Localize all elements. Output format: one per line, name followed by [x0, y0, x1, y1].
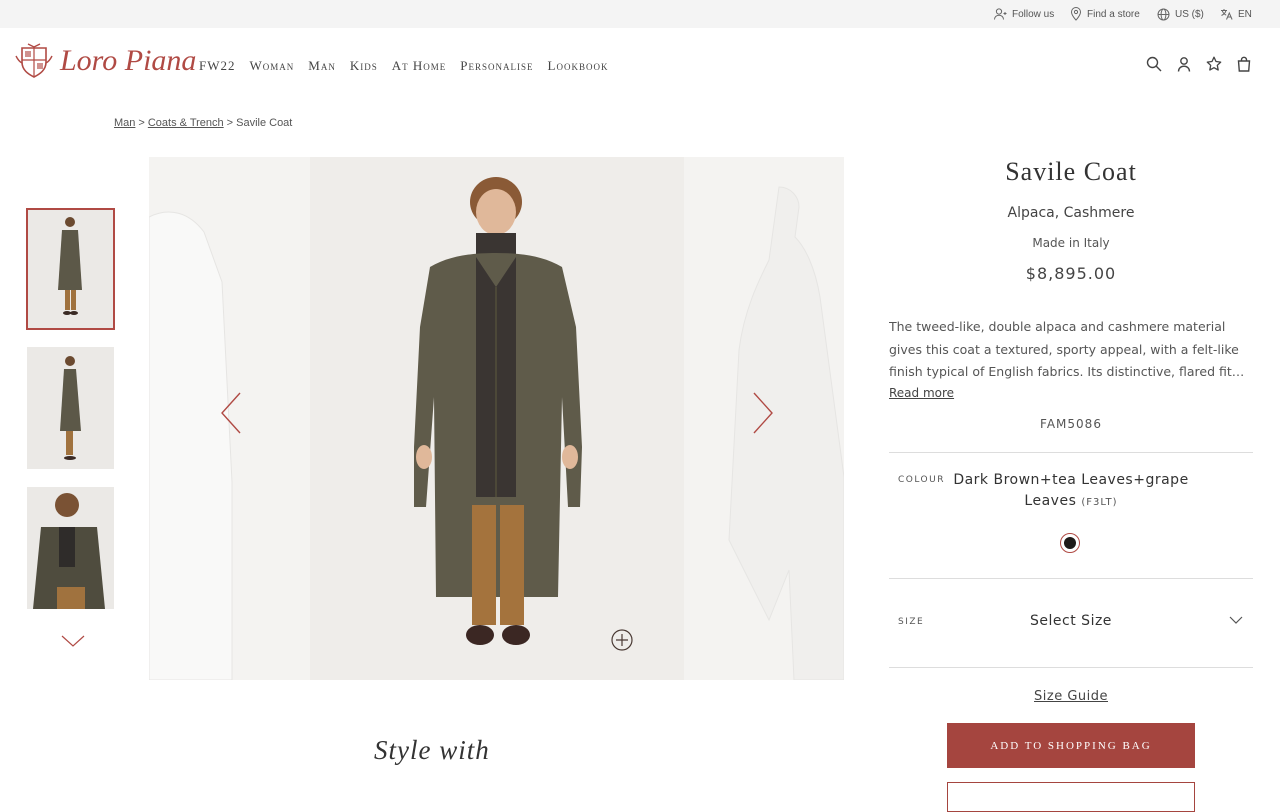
breadcrumb-separator: > [226, 117, 234, 129]
nav-kids[interactable]: Kids [350, 58, 378, 74]
size-guide-link[interactable]: Size Guide [1034, 689, 1108, 704]
chevron-left-icon [221, 392, 241, 434]
secondary-action-button[interactable] [947, 782, 1195, 812]
colour-name-line2: Leaves [1024, 493, 1077, 509]
nav-at-home[interactable]: At Home [392, 58, 447, 74]
colour-swatch[interactable] [1060, 533, 1080, 553]
thumbnail-detail-image [27, 487, 114, 609]
gallery-next-button[interactable] [752, 391, 774, 435]
follow-user-icon [994, 8, 1007, 20]
product-origin: Made in Italy [1032, 236, 1110, 250]
product-title: Savile Coat [1005, 157, 1137, 186]
nav-lookbook[interactable]: Lookbook [548, 58, 609, 74]
product-price: $8,895.00 [1025, 264, 1117, 283]
divider [889, 578, 1253, 579]
thumbnail-side[interactable] [27, 347, 114, 469]
description-line: gives this coat a textured, sporty appea… [889, 341, 1239, 357]
zoom-plus-icon [611, 629, 633, 651]
model-coat-image [310, 157, 684, 680]
search-icon[interactable] [1146, 56, 1162, 72]
gallery-prev-button[interactable] [220, 391, 242, 435]
gallery-main-image [310, 157, 684, 680]
account-icon[interactable] [1176, 56, 1192, 72]
description-line: The tweed-like, double alpaca and cashme… [889, 319, 1226, 334]
divider [889, 452, 1253, 453]
chevron-right-icon [753, 392, 773, 434]
colour-code: (F3LT) [1081, 497, 1118, 508]
size-select[interactable]: Select Size [889, 601, 1253, 641]
find-store-label: Find a store [1087, 8, 1140, 20]
thumbnail-detail[interactable] [27, 487, 114, 609]
logo-text: Loro Piana [60, 44, 197, 77]
product-gallery [149, 157, 844, 680]
divider [889, 667, 1253, 668]
colour-label: COLOUR [898, 475, 945, 485]
crest-icon [15, 43, 53, 78]
location-pin-icon [1070, 7, 1082, 21]
site-header: Loro Piana FW22 Woman Man Kids At Home P… [0, 28, 1280, 100]
thumbnail-front[interactable] [26, 208, 115, 330]
wishlist-star-icon[interactable] [1206, 56, 1222, 72]
nav-man[interactable]: Man [308, 58, 336, 74]
add-to-bag-button[interactable]: ADD TO SHOPPING BAG [947, 723, 1195, 768]
colour-swatch-dot [1064, 537, 1076, 549]
utility-bar: Follow us Find a store US ($) EN [0, 0, 1280, 28]
currency-label: US ($) [1175, 8, 1204, 20]
language-selector[interactable]: EN [1220, 0, 1252, 28]
find-store-link[interactable]: Find a store [1070, 0, 1140, 28]
follow-us-label: Follow us [1012, 8, 1055, 20]
colour-name-line2-wrap: Leaves (F3LT) [949, 491, 1193, 513]
logo[interactable]: Loro Piana [14, 42, 196, 80]
product-description: The tweed-like, double alpaca and cashme… [889, 316, 1253, 384]
breadcrumb-separator: > [138, 117, 145, 129]
language-label: EN [1238, 8, 1252, 20]
colour-name-line1: Dark Brown+tea Leaves+grape [953, 472, 1189, 488]
nav-woman[interactable]: Woman [250, 58, 295, 74]
follow-us-link[interactable]: Follow us [993, 0, 1054, 28]
read-more-link[interactable]: Read more [889, 386, 954, 400]
thumbnail-side-image [27, 347, 114, 469]
globe-icon [1157, 8, 1170, 20]
main-nav: FW22 Woman Man Kids At Home Personalise … [199, 58, 608, 74]
translate-icon [1221, 9, 1233, 20]
colour-name: Dark Brown+tea Leaves+grape Leaves (F3LT… [949, 470, 1193, 513]
thumbnail-front-image [28, 210, 113, 328]
product-code: FAM5086 [1040, 417, 1102, 431]
breadcrumb-coats-trench[interactable]: Coats & Trench [148, 117, 224, 129]
nav-personalise[interactable]: Personalise [460, 58, 533, 74]
size-guide-wrap: Size Guide [889, 689, 1253, 704]
header-actions [1146, 56, 1252, 72]
breadcrumb-man[interactable]: Man [114, 117, 135, 129]
nav-fw22[interactable]: FW22 [199, 58, 236, 74]
breadcrumb: Man > Coats & Trench > Savile Coat [114, 117, 292, 129]
shopping-bag-icon[interactable] [1236, 56, 1252, 72]
product-material: Alpaca, Cashmere [1007, 205, 1135, 221]
description-line: finish typical of English fabrics. Its d… [889, 364, 1245, 379]
zoom-button[interactable] [611, 629, 633, 651]
currency-selector[interactable]: US ($) [1157, 0, 1204, 28]
breadcrumb-current: Savile Coat [236, 117, 293, 129]
thumbnails-scroll-down[interactable] [60, 633, 86, 649]
chevron-down-icon [61, 635, 85, 647]
chevron-down-icon [1229, 616, 1243, 624]
style-with-heading: Style with [374, 735, 490, 765]
size-select-value: Select Size [1030, 613, 1112, 629]
